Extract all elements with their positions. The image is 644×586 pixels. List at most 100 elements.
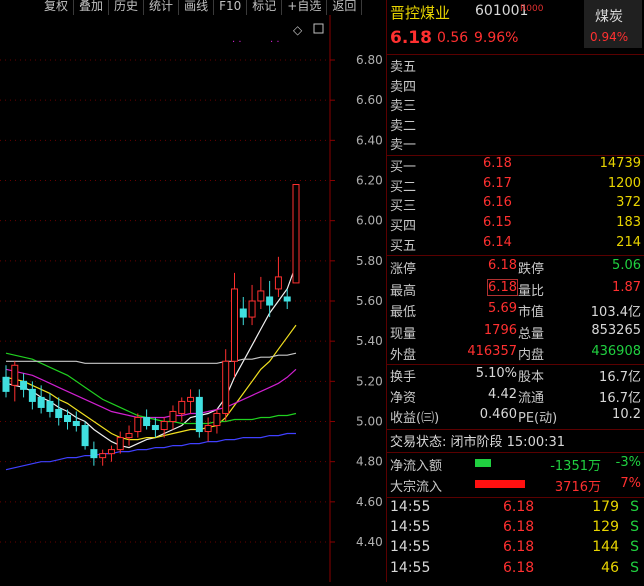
- ask-row[interactable]: 卖五: [387, 56, 644, 76]
- kline-chart[interactable]: 6.80 6.60 6.40 6.20 6.00 5.80 5.60 5.40 5.20 5.00…: [0, 15, 386, 582]
- bid-price: 6.18: [483, 156, 512, 171]
- quote-value: 103.4亿: [590, 305, 641, 320]
- tick-price: 6.18: [503, 559, 535, 576]
- bid-label: 买二: [390, 179, 417, 195]
- stat-value: 4.42: [488, 386, 517, 402]
- stat-value: 16.7亿: [599, 390, 641, 406]
- y-axis-label: 6.00: [356, 214, 383, 228]
- bid-label: 买五: [390, 238, 417, 254]
- tick-time: 14:55: [390, 519, 431, 536]
- candle-body: [283, 296, 291, 302]
- candle-body: [11, 364, 19, 386]
- tick-price: 6.18: [503, 499, 535, 515]
- toolbar-button[interactable]: 统计: [144, 0, 180, 15]
- bid-price: 6.17: [483, 175, 512, 191]
- bid-volume: 372: [616, 195, 641, 211]
- bid-row[interactable]: 买四 6.15 183: [387, 215, 644, 235]
- candle-body: [37, 396, 45, 408]
- ask-label: 卖一: [390, 138, 417, 153]
- quote-value: 436908: [591, 344, 641, 359]
- toolbar-button[interactable]: 返回: [327, 0, 363, 15]
- sector-pct: 0.94%: [590, 30, 629, 44]
- quote-row: 外盘 416357 内盘 436908: [387, 344, 644, 364]
- divider: [387, 255, 644, 256]
- toolbar-button[interactable]: F10: [214, 0, 248, 15]
- divider: [387, 452, 644, 453]
- bid-row[interactable]: 买二 6.17 1200: [387, 176, 644, 196]
- bid-row[interactable]: 买三 6.16 372: [387, 195, 644, 215]
- stock-name: 晋控煤业: [390, 4, 451, 22]
- divider: [387, 429, 644, 430]
- quote-label: 最高: [390, 283, 417, 299]
- flow-pct: 7%: [620, 476, 641, 491]
- candle-body: [187, 396, 195, 402]
- bid-volume: 214: [616, 234, 641, 250]
- trade-status-text: 交易状态: 闭市阶段 15:00:31: [390, 435, 566, 450]
- sector-name: 煤炭: [595, 9, 623, 25]
- stat-label: 净资: [390, 390, 417, 406]
- candle-body: [292, 184, 300, 284]
- quote-value: 5.69: [488, 301, 517, 316]
- y-axis-label: 6.60: [356, 93, 383, 107]
- candle-body: [274, 276, 282, 290]
- ask-row[interactable]: 卖一: [387, 134, 644, 154]
- bid-price: 6.15: [483, 215, 512, 231]
- quote-value: 5.06: [612, 258, 641, 273]
- flow-bar: [475, 480, 525, 488]
- toolbar-button[interactable]: 标记: [247, 0, 283, 15]
- y-axis-label: 4.80: [356, 455, 383, 469]
- stat-value: 10.2: [612, 407, 641, 422]
- toolbar-button[interactable]: +自选: [282, 0, 328, 15]
- stock-price: 6.18: [390, 28, 432, 48]
- tick-volume: 46: [601, 559, 619, 576]
- candle-body: [28, 388, 36, 402]
- ask-row[interactable]: 卖二: [387, 115, 644, 135]
- toolbar-button[interactable]: 画线: [179, 0, 215, 15]
- tick-volume: 179: [592, 499, 619, 515]
- bid-label: 买一: [390, 160, 417, 175]
- candle-body: [116, 437, 124, 451]
- y-axis-label: 5.80: [356, 254, 383, 268]
- stock-tag: R000: [520, 4, 544, 14]
- sector-box[interactable]: 煤炭 0.94%: [584, 0, 642, 48]
- quote-row: 涨停 6.18 跌停 5.06: [387, 258, 644, 278]
- y-axis-label: 4.40: [356, 535, 383, 549]
- tick-row: 14:55 6.18 179 S: [387, 499, 644, 519]
- candle-body: [81, 425, 89, 447]
- toolbar-button[interactable]: 叠加: [74, 0, 110, 15]
- quote-row: 最低 5.69 市值 103.4亿: [387, 301, 644, 321]
- toolbar-button[interactable]: 历史: [109, 0, 145, 15]
- candle-body: [2, 376, 10, 392]
- quote-label: 最低: [390, 305, 417, 320]
- candle-body: [107, 449, 115, 455]
- quote-label: 跌停: [518, 262, 545, 277]
- candle-body: [125, 433, 133, 439]
- toolbar-button[interactable]: 复权: [0, 0, 75, 15]
- stat-label: 流通: [518, 390, 545, 406]
- ask-row[interactable]: 卖三: [387, 95, 644, 115]
- quote-value: 1.87: [612, 279, 641, 295]
- candle-body: [64, 414, 72, 423]
- bid-row[interactable]: 买一 6.18 14739: [387, 156, 644, 176]
- candle-body: [213, 412, 221, 427]
- diamond-icon: ◇: [293, 23, 303, 37]
- candle-body: [266, 296, 274, 306]
- candle-body: [160, 421, 168, 431]
- candle-body: [178, 400, 186, 414]
- ask-row[interactable]: 卖四: [387, 76, 644, 96]
- candle-body: [248, 300, 256, 318]
- ask-label: 卖三: [390, 99, 417, 114]
- stock-change: 0.56: [437, 30, 469, 46]
- marker-dots: · ·: [232, 37, 242, 48]
- stat-value: 16.7亿: [599, 370, 641, 385]
- ma-line: [6, 352, 297, 364]
- ma-line: [5, 324, 297, 441]
- kline-svg[interactable]: 6.80 6.60 6.40 6.20 6.00 5.80 5.60 5.40 5.20 5.00…: [0, 15, 386, 582]
- candle-body: [151, 425, 159, 431]
- tick-side: S: [630, 499, 639, 515]
- quote-label: 涨停: [390, 262, 417, 277]
- flow-bar: [475, 459, 491, 467]
- bid-row[interactable]: 买五 6.14 214: [387, 235, 644, 255]
- candle-body: [72, 421, 80, 427]
- candle-body: [46, 400, 54, 412]
